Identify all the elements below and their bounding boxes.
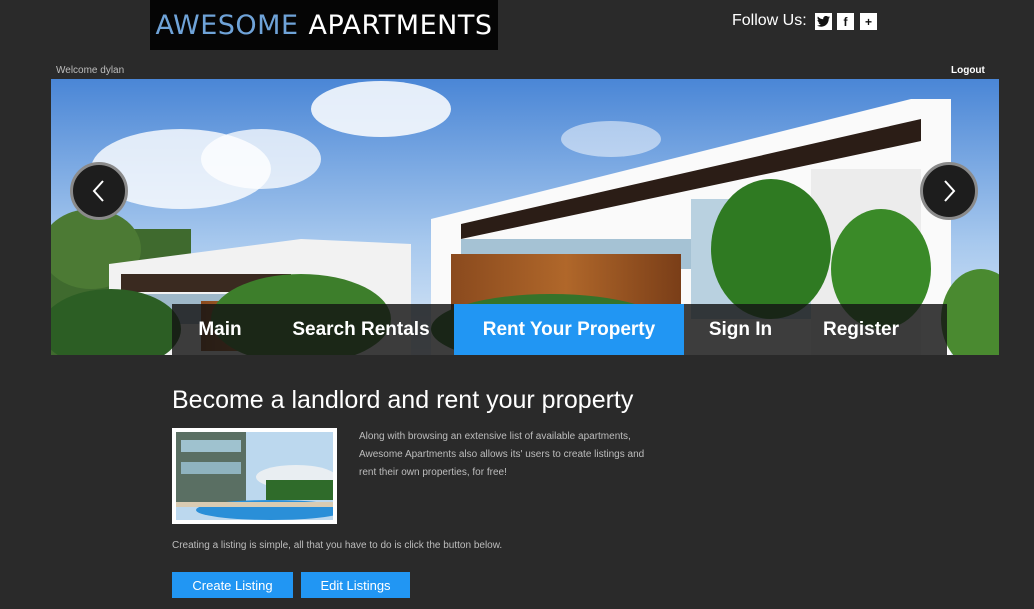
property-thumbnail bbox=[172, 428, 346, 524]
nav-main[interactable]: Main bbox=[172, 304, 268, 355]
main-nav: Main Search Rentals Rent Your Property S… bbox=[172, 304, 947, 355]
chevron-right-icon bbox=[944, 180, 956, 202]
twitter-icon[interactable] bbox=[815, 13, 832, 30]
logo[interactable]: AWESOME APARTMENTS bbox=[150, 0, 498, 50]
description-text: Along with browsing an extensive list of… bbox=[359, 431, 645, 478]
logo-word-apartments: APARTMENTS bbox=[308, 9, 493, 41]
instruction-text: Creating a listing is simple, all that y… bbox=[172, 540, 503, 551]
facebook-icon[interactable]: f bbox=[837, 13, 854, 30]
create-listing-button[interactable]: Create Listing bbox=[172, 572, 293, 598]
plus-icon[interactable]: + bbox=[860, 13, 877, 30]
page-title: Become a landlord and rent your property bbox=[172, 386, 634, 414]
edit-listings-button[interactable]: Edit Listings bbox=[301, 572, 410, 598]
nav-search-rentals[interactable]: Search Rentals bbox=[268, 304, 454, 355]
follow-us-label: Follow Us: bbox=[732, 12, 807, 29]
logout-link[interactable]: Logout bbox=[951, 65, 985, 76]
chevron-left-icon bbox=[92, 180, 104, 202]
nav-rent-your-property[interactable]: Rent Your Property bbox=[454, 304, 684, 355]
nav-register[interactable]: Register bbox=[797, 304, 925, 355]
slider-prev-button[interactable] bbox=[70, 162, 128, 220]
logo-word-awesome: AWESOME bbox=[155, 9, 299, 41]
slider-next-button[interactable] bbox=[920, 162, 978, 220]
nav-sign-in[interactable]: Sign In bbox=[684, 304, 797, 355]
welcome-text: Welcome dylan bbox=[56, 65, 125, 76]
